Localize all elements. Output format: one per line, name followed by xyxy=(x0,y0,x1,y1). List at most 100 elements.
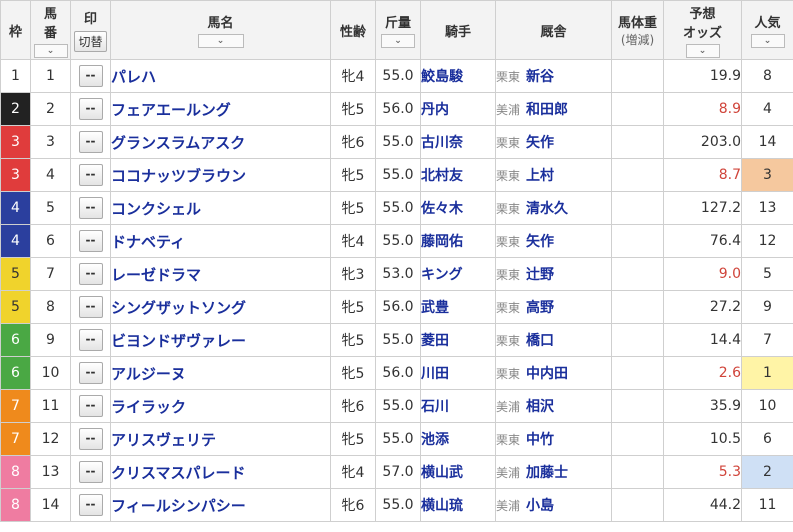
horse-name-link[interactable]: フィールシンパシー xyxy=(112,497,246,515)
odds-cell: 5.3 xyxy=(663,455,742,489)
horse-name-link[interactable]: アリスヴェリテ xyxy=(112,431,217,449)
jockey-link[interactable]: 菱田 xyxy=(420,323,496,357)
mark-button[interactable]: -- xyxy=(78,428,103,450)
table-row: 3 3 -- グランスラムアスク 牝6 55.0 古川奈 栗東 矢作 203.0 14 xyxy=(0,125,793,159)
jockey-link[interactable]: 佐々木 xyxy=(420,191,496,225)
header-name[interactable]: 馬名 ⌄ xyxy=(110,0,331,60)
jockey-link[interactable]: 武豊 xyxy=(420,290,496,324)
mark-button[interactable]: -- xyxy=(78,230,103,252)
horse-name-link[interactable]: シングザットソング xyxy=(112,299,247,317)
mark-switch-button[interactable]: 切替 xyxy=(74,31,107,52)
odds-cell: 2.6 xyxy=(663,356,742,390)
trainer-link[interactable]: 相沢 xyxy=(526,399,554,415)
chevron-down-icon[interactable]: ⌄ xyxy=(197,34,244,48)
mark-cell: -- xyxy=(70,191,111,225)
table-row: 7 11 -- ライラック 牝6 55.0 石川 美浦 相沢 35.9 10 xyxy=(0,389,793,423)
jockey-link[interactable]: 古川奈 xyxy=(420,125,496,159)
mark-button[interactable]: -- xyxy=(78,395,103,417)
stable-area: 栗東 xyxy=(496,301,521,315)
mark-button[interactable]: -- xyxy=(78,494,103,516)
horse-name-link[interactable]: ライラック xyxy=(112,398,187,416)
horse-name-link[interactable]: パレハ xyxy=(112,68,157,86)
horse-name-link[interactable]: ドナベティ xyxy=(112,233,186,251)
trainer-link[interactable]: 小島 xyxy=(526,498,554,514)
umaban-cell: 10 xyxy=(30,356,71,390)
header-bodyweight-label: 馬体重 xyxy=(617,16,657,31)
horse-name-link[interactable]: アルジーヌ xyxy=(112,365,186,383)
stable-area: 栗東 xyxy=(496,202,521,216)
jockey-link[interactable]: 北村友 xyxy=(420,158,496,192)
table-row: 6 9 -- ビヨンドザヴァレー 牝5 55.0 菱田 栗東 橋口 14.4 7 xyxy=(0,323,793,357)
header-stable: 厩舎 xyxy=(495,0,612,60)
trainer-link[interactable]: 清水久 xyxy=(526,201,568,217)
chevron-down-icon[interactable]: ⌄ xyxy=(750,34,785,48)
trainer-link[interactable]: 中竹 xyxy=(526,432,554,448)
horse-name-link[interactable]: グランスラムアスク xyxy=(112,134,246,152)
header-odds[interactable]: 予想 オッズ ⌄ xyxy=(663,0,742,60)
trainer-link[interactable]: 橋口 xyxy=(526,333,554,349)
chevron-down-icon[interactable]: ⌄ xyxy=(381,34,415,48)
umaban-cell: 13 xyxy=(30,455,71,489)
sexage-cell: 牝6 xyxy=(330,125,376,159)
mark-button[interactable]: -- xyxy=(78,329,103,351)
weight-cell: 55.0 xyxy=(375,422,421,456)
horse-name-cell: フェアエールング xyxy=(110,92,331,126)
header-pop[interactable]: 人気 ⌄ xyxy=(741,0,793,60)
horse-name-link[interactable]: フェアエールング xyxy=(112,101,231,119)
umaban-cell: 1 xyxy=(30,59,71,93)
mark-button[interactable]: -- xyxy=(78,98,103,120)
jockey-link[interactable]: 鮫島駿 xyxy=(420,59,496,93)
trainer-link[interactable]: 新谷 xyxy=(526,69,554,85)
jockey-link[interactable]: 横山武 xyxy=(420,455,496,489)
umaban-cell: 12 xyxy=(30,422,71,456)
chevron-down-icon[interactable]: ⌄ xyxy=(685,43,720,58)
stable-area: 栗東 xyxy=(496,268,521,282)
mark-cell: -- xyxy=(70,158,111,192)
bodyweight-cell xyxy=(611,323,664,357)
mark-button[interactable]: -- xyxy=(78,362,103,384)
jockey-link[interactable]: 丹内 xyxy=(420,92,496,126)
mark-button[interactable]: -- xyxy=(78,263,103,285)
popularity-cell: 10 xyxy=(741,389,793,423)
waku-cell: 4 xyxy=(0,224,31,258)
horse-name-link[interactable]: レーゼドラマ xyxy=(112,266,202,284)
jockey-link[interactable]: キング xyxy=(420,257,496,291)
trainer-link[interactable]: 加藤士 xyxy=(526,465,568,481)
horse-name-link[interactable]: クリスマスパレード xyxy=(112,464,246,482)
jockey-link[interactable]: 横山琉 xyxy=(420,488,496,522)
umaban-cell: 4 xyxy=(30,158,71,192)
bodyweight-cell xyxy=(611,356,664,390)
trainer-link[interactable]: 和田郎 xyxy=(526,102,568,118)
header-weight[interactable]: 斤量 ⌄ xyxy=(375,0,421,60)
mark-button[interactable]: -- xyxy=(78,65,103,87)
header-bodyweight: 馬体重 (増減) xyxy=(611,0,664,60)
mark-button[interactable]: -- xyxy=(78,131,103,153)
trainer-link[interactable]: 矢作 xyxy=(526,234,554,250)
horse-name-link[interactable]: ビヨンドザヴァレー xyxy=(112,332,247,350)
table-row: 5 7 -- レーゼドラマ 牝3 53.0 キング 栗東 辻野 9.0 5 xyxy=(0,257,793,291)
trainer-link[interactable]: 上村 xyxy=(526,168,554,184)
waku-cell: 7 xyxy=(0,389,31,423)
jockey-link[interactable]: 石川 xyxy=(420,389,496,423)
jockey-link[interactable]: 川田 xyxy=(420,356,496,390)
jockey-link[interactable]: 藤岡佑 xyxy=(420,224,496,258)
sexage-cell: 牝5 xyxy=(330,92,376,126)
chevron-down-icon[interactable]: ⌄ xyxy=(33,43,68,58)
mark-cell: -- xyxy=(70,488,111,522)
horse-name-link[interactable]: コンクシェル xyxy=(112,200,202,218)
stable-area: 栗東 xyxy=(496,169,521,183)
jockey-link[interactable]: 池添 xyxy=(420,422,496,456)
mark-button[interactable]: -- xyxy=(78,461,103,483)
horse-name-cell: パレハ xyxy=(110,59,331,93)
trainer-link[interactable]: 辻野 xyxy=(526,267,554,283)
header-umaban[interactable]: 馬 番 ⌄ xyxy=(30,0,71,60)
table-row: 3 4 -- ココナッツブラウン 牝5 55.0 北村友 栗東 上村 8.7 3 xyxy=(0,158,793,192)
umaban-cell: 14 xyxy=(30,488,71,522)
mark-button[interactable]: -- xyxy=(78,164,103,186)
trainer-link[interactable]: 中内田 xyxy=(526,366,568,382)
mark-button[interactable]: -- xyxy=(78,197,103,219)
mark-button[interactable]: -- xyxy=(78,296,103,318)
trainer-link[interactable]: 矢作 xyxy=(526,135,554,151)
horse-name-link[interactable]: ココナッツブラウン xyxy=(112,167,247,185)
trainer-link[interactable]: 高野 xyxy=(526,300,554,316)
